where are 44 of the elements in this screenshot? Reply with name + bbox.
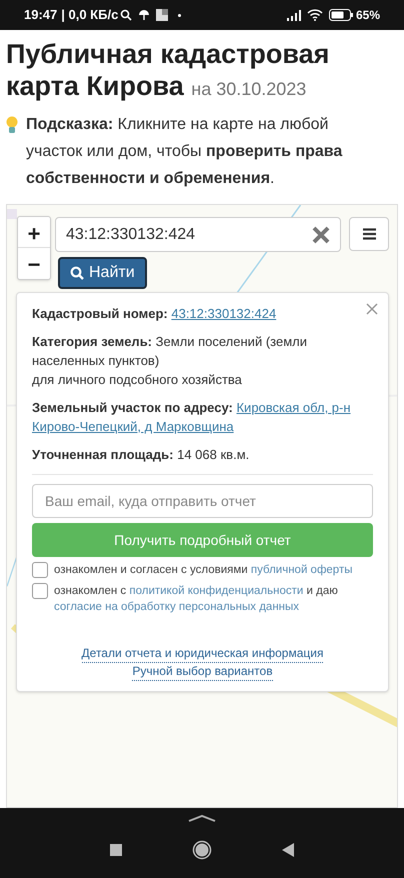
menu-icon: [362, 228, 376, 240]
hint-text: Подсказка: Кликните на карте на любой участок или дом, чтобы проверить права собственности и обременения.: [26, 115, 344, 189]
agreement-link[interactable]: политикой конфиденциальности: [129, 585, 304, 597]
land-category: Категория земель: Земли поселений (земли населенных пунктов): [32, 333, 308, 370]
signal-icon: [286, 10, 301, 20]
clear-icon[interactable]: [311, 225, 331, 245]
back-icon[interactable]: [282, 843, 294, 857]
wifi-icon: [306, 9, 323, 21]
info-link[interactable]: Ручной выбор вариантов: [132, 663, 273, 681]
address-link[interactable]: Кирово-Чепецкий, д Марковщина: [32, 417, 234, 436]
gallery-icon: [156, 9, 168, 21]
email-field[interactable]: Ваш email, куда отправить отчет: [32, 484, 373, 518]
address-link[interactable]: Кировская обл, р-н: [236, 400, 351, 415]
battery-icon: [328, 9, 353, 21]
network-speed: | 0,0 КБ/с: [61, 6, 118, 24]
find-button[interactable]: Найти: [58, 257, 147, 289]
address-label: Земельный участок по адресу: Кировская обл, р-н: [32, 399, 351, 417]
area-text: Уточненная площадь: 14 068 кв.м.: [32, 446, 250, 464]
cadastral-link[interactable]: 43:12:330132:424: [171, 306, 276, 321]
agreement-checkbox[interactable]: [32, 583, 48, 599]
search-field[interactable]: 43:12:330132:424: [55, 217, 341, 252]
agreement-link[interactable]: согласие на обработку персональных данных: [54, 601, 300, 613]
land-use: для личного подсобного хозяйства: [32, 371, 243, 389]
search-icon: [70, 266, 84, 280]
zoom-out-button[interactable]: −: [18, 248, 50, 279]
search-icon: [120, 9, 132, 21]
cadastral-number: Кадастровый номер: 43:12:330132:424: [32, 305, 276, 323]
zoom-in-button[interactable]: +: [18, 217, 50, 248]
close-icon[interactable]: [366, 303, 378, 315]
report-button[interactable]: Получить подробный отчет: [32, 523, 373, 557]
umbrella-icon: [138, 9, 150, 21]
status-time: 19:47: [24, 6, 58, 24]
chevron-up-icon: [188, 814, 216, 822]
battery-percent: 65%: [356, 7, 380, 24]
page-title: Публичная кадастровая карта Кирова на 30.10.2023: [6, 38, 330, 103]
agreement-link[interactable]: публичной оферты: [250, 564, 352, 576]
info-link[interactable]: Детали отчета и юридическая информация: [82, 645, 324, 663]
home-icon[interactable]: [192, 840, 212, 860]
agreement-text: ознакомлен с политикой конфиденциальности и даю согласие на обработку персональных данных: [54, 584, 339, 615]
lightbulb-icon: [6, 116, 18, 134]
menu-button[interactable]: [349, 217, 389, 251]
title-date: на 30.10.2023: [191, 79, 306, 99]
agreement-checkbox[interactable]: [32, 562, 48, 578]
agreement-text: ознакомлен и согласен с условиями публичной оферты: [54, 563, 352, 578]
